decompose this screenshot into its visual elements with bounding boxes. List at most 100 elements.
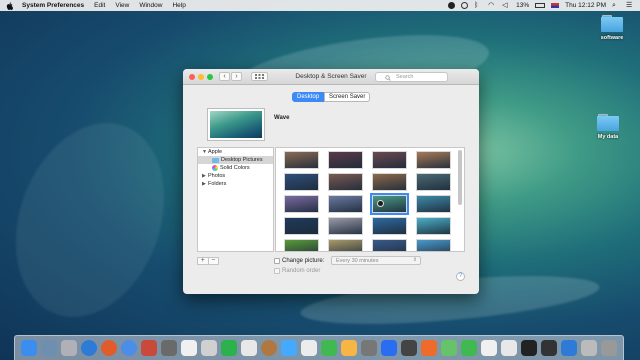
wallpaper-thumbnail[interactable] <box>328 217 363 235</box>
downloads-icon[interactable] <box>561 340 577 356</box>
notes-icon[interactable] <box>201 340 217 356</box>
time-machine-icon[interactable] <box>461 2 469 9</box>
contacts-icon[interactable] <box>181 340 197 356</box>
dock <box>14 335 624 360</box>
wallpaper-thumbnail[interactable] <box>284 239 319 251</box>
photos-icon[interactable] <box>261 340 277 356</box>
folder-icon[interactable] <box>581 340 597 356</box>
wallpaper-thumbnail[interactable] <box>416 173 451 191</box>
finder-icon[interactable] <box>21 340 37 356</box>
apple-icon[interactable] <box>6 1 13 10</box>
wallpaper-thumbnail[interactable] <box>328 239 363 251</box>
photo-booth-icon[interactable] <box>141 340 157 356</box>
grid-scrollbar[interactable] <box>458 150 462 205</box>
system-preferences-icon[interactable] <box>401 340 417 356</box>
sidebar-item-folders[interactable]: ▶ Folders <box>198 180 273 188</box>
bluetooth-icon[interactable]: ᛒ <box>474 2 482 9</box>
terminal-icon[interactable] <box>421 340 437 356</box>
search-input[interactable]: Search <box>375 72 448 82</box>
activity-icon[interactable] <box>441 340 457 356</box>
wallpaper-thumbnail[interactable] <box>372 239 407 251</box>
preview-icon[interactable] <box>161 340 177 356</box>
document-icon[interactable] <box>481 340 497 356</box>
mouse-cursor <box>377 200 384 207</box>
desktop-folder-label: My data <box>597 134 619 140</box>
current-wallpaper-name: Wave <box>274 115 290 121</box>
sidebar-item-label: Folders <box>208 181 227 187</box>
interval-value: Every 30 minutes <box>336 257 379 264</box>
messages-icon[interactable] <box>281 340 297 356</box>
sidebar-item-desktop-pictures[interactable]: Desktop Pictures <box>198 156 273 164</box>
wallpaper-thumbnail[interactable] <box>416 151 451 169</box>
wallpaper-thumbnail[interactable] <box>416 195 451 213</box>
calendar-icon[interactable] <box>241 340 257 356</box>
window-icon[interactable] <box>541 340 557 356</box>
menu-edit[interactable]: Edit <box>94 2 105 9</box>
trash-icon[interactable] <box>601 340 617 356</box>
battery-percentage: 13% <box>516 2 530 9</box>
desktop-folder-my-data[interactable]: My data <box>588 114 628 140</box>
menu-window[interactable]: Window <box>139 2 162 9</box>
launchpad-icon[interactable] <box>61 340 77 356</box>
chevron-updown-icon: ⇕ <box>412 257 417 263</box>
menu-clock[interactable]: Thu 12:12 PM <box>565 2 606 9</box>
document-icon[interactable] <box>501 340 517 356</box>
flag-icon[interactable] <box>551 3 560 8</box>
window-titlebar[interactable]: ‹ › Desktop & Screen Saver Search <box>183 69 479 85</box>
help-button[interactable]: ? <box>456 272 465 281</box>
camtasia-icon[interactable] <box>461 340 477 356</box>
battery-icon[interactable] <box>535 3 546 8</box>
sidebar-item-apple[interactable]: ▼ Apple <box>198 148 273 156</box>
wallpaper-thumbnail[interactable] <box>372 173 407 191</box>
chrome-icon[interactable] <box>121 340 137 356</box>
tab-screen-saver[interactable]: Screen Saver <box>324 92 371 102</box>
window-icon[interactable] <box>521 340 537 356</box>
wallpaper-thumbnail[interactable] <box>328 151 363 169</box>
wallpaper-thumbnail[interactable] <box>284 173 319 191</box>
folder-icon <box>601 15 623 32</box>
ibooks-icon[interactable] <box>361 340 377 356</box>
wallpaper-thumbnail[interactable] <box>416 239 451 251</box>
wallpaper-thumbnail[interactable] <box>284 195 319 213</box>
maps-icon[interactable] <box>321 340 337 356</box>
record-icon[interactable] <box>448 2 456 9</box>
sidebar-item-label: Solid Colors <box>220 165 250 171</box>
tab-bar: Desktop Screen Saver <box>292 92 371 102</box>
firefox-icon[interactable] <box>101 340 117 356</box>
app-store-icon[interactable] <box>381 340 397 356</box>
itunes-icon[interactable] <box>341 340 357 356</box>
wallpaper-thumbnail[interactable] <box>284 217 319 235</box>
wallpaper-thumbnail[interactable] <box>416 217 451 235</box>
menu-app-name[interactable]: System Preferences <box>22 2 84 9</box>
wallpaper-thumbnail[interactable] <box>372 217 407 235</box>
remove-folder-button[interactable]: − <box>209 257 219 264</box>
interval-select[interactable]: Every 30 minutes ⇕ <box>331 256 421 265</box>
desktop-screen-saver-window: ‹ › Desktop & Screen Saver Search Deskto… <box>183 69 479 294</box>
change-picture-checkbox[interactable] <box>274 258 280 264</box>
sidebar-item-label: Desktop Pictures <box>221 157 263 163</box>
add-folder-button[interactable]: + <box>198 257 209 264</box>
volume-icon[interactable]: ◁ <box>502 2 510 9</box>
notification-center-icon[interactable]: ☰ <box>626 2 634 9</box>
wallpaper-thumbnail[interactable] <box>328 195 363 213</box>
random-order-checkbox[interactable] <box>274 268 280 274</box>
change-picture-label: Change picture: <box>282 258 325 264</box>
folder-icon <box>597 114 619 131</box>
spotlight-icon[interactable]: ⌕ <box>612 2 620 9</box>
wallpaper-thumbnail[interactable] <box>372 151 407 169</box>
sidebar-item-photos[interactable]: ▶ Photos <box>198 172 273 180</box>
tab-desktop[interactable]: Desktop <box>292 92 325 102</box>
wallpaper-thumbnail[interactable] <box>328 173 363 191</box>
desktop-folder-software[interactable]: software <box>592 15 632 41</box>
wifi-icon[interactable]: ◠ <box>488 2 496 9</box>
menu-help[interactable]: Help <box>172 2 185 9</box>
facetime-icon[interactable] <box>301 340 317 356</box>
wallpaper-thumbnail[interactable] <box>284 151 319 169</box>
wallpaper-grid <box>275 147 465 252</box>
safari-icon[interactable] <box>81 340 97 356</box>
sidebar-item-solid-colors[interactable]: Solid Colors <box>198 164 273 172</box>
menu-view[interactable]: View <box>115 2 129 9</box>
reminders-icon[interactable] <box>221 340 237 356</box>
siri-icon[interactable] <box>41 340 57 356</box>
search-placeholder: Search <box>396 74 414 80</box>
